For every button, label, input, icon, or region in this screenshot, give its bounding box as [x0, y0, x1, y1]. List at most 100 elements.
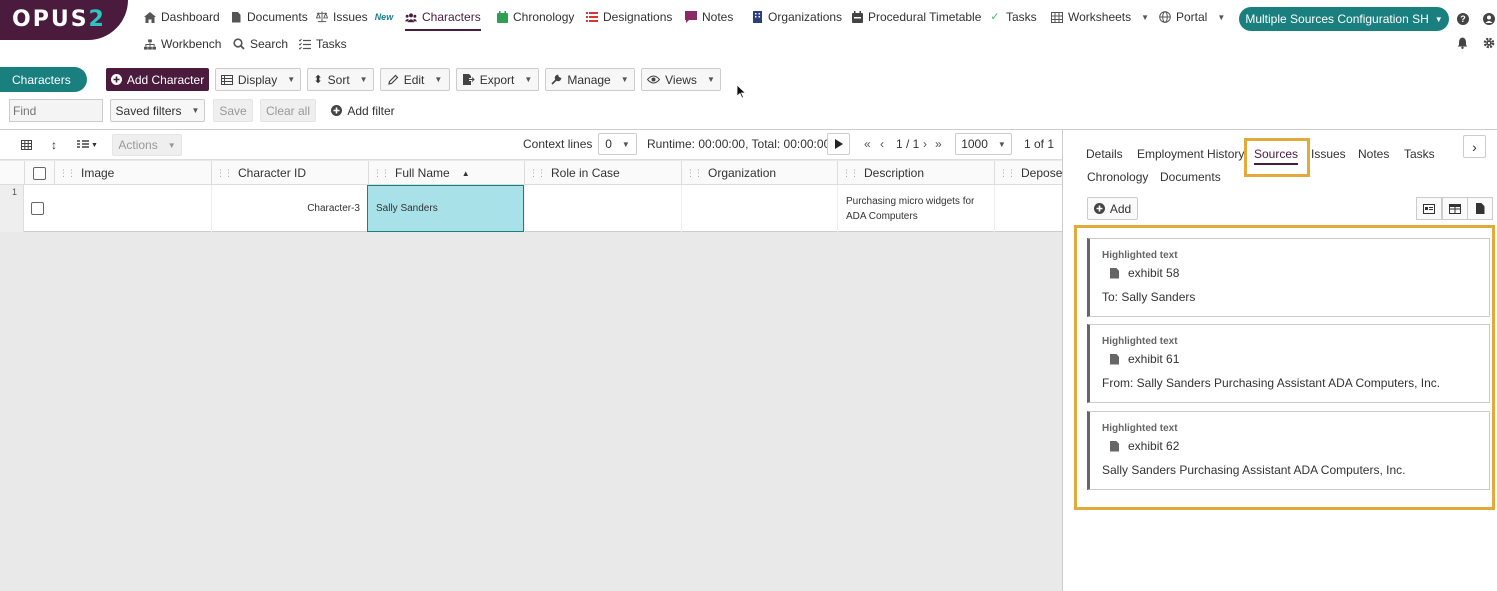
- column-label: Deposed: [1021, 166, 1070, 180]
- column-header-full-name[interactable]: ⋮⋮ Full Name ▲: [368, 161, 524, 185]
- column-header-deposed[interactable]: ⋮⋮ Deposed: [994, 161, 1069, 185]
- nav-designations[interactable]: Designations: [586, 8, 672, 26]
- document-view-icon[interactable]: [1467, 197, 1493, 220]
- find-input[interactable]: [9, 99, 103, 122]
- source-exhibit-link[interactable]: exhibit 62: [1110, 439, 1179, 453]
- context-lines-select[interactable]: 0 ▼: [598, 133, 637, 155]
- tab-documents[interactable]: Documents: [1160, 170, 1221, 184]
- column-header-character-id[interactable]: ⋮⋮ Character ID: [211, 161, 368, 185]
- column-header-description[interactable]: ⋮⋮ Description: [837, 161, 994, 185]
- drag-handle-icon[interactable]: ⋮⋮: [842, 168, 859, 179]
- source-exhibit-link[interactable]: exhibit 61: [1110, 352, 1179, 366]
- table-row[interactable]: 1 Character-3 Sally Sanders Purchasing m…: [0, 185, 1062, 232]
- nav-portal[interactable]: Portal ▼: [1159, 8, 1225, 26]
- column-header-image[interactable]: ⋮⋮ Image: [54, 161, 211, 185]
- export-dropdown[interactable]: Export ▼: [456, 68, 539, 91]
- nav-worksheets[interactable]: Worksheets ▼: [1051, 8, 1149, 26]
- tasklist-icon: [299, 38, 311, 50]
- nav-dashboard[interactable]: Dashboard: [144, 8, 220, 26]
- display-icon: [220, 74, 233, 85]
- add-character-button[interactable]: Add Character: [106, 68, 209, 91]
- page-size-value: 1000: [961, 137, 988, 151]
- drag-handle-icon[interactable]: ⋮⋮: [529, 168, 546, 179]
- clear-all-button[interactable]: Clear all: [260, 99, 316, 122]
- globe-icon: [1159, 11, 1171, 23]
- drag-handle-icon[interactable]: ⋮⋮: [373, 168, 390, 179]
- cell-full-name[interactable]: Sally Sanders: [367, 185, 524, 232]
- source-card[interactable]: Highlighted text exhibit 61 From: Sally …: [1087, 324, 1490, 403]
- chevron-down-icon: ▼: [1141, 12, 1150, 22]
- cell-character-id[interactable]: Character-3: [211, 185, 368, 232]
- nav-workbench[interactable]: Workbench: [144, 35, 221, 53]
- saved-filters-dropdown[interactable]: Saved filters ▼: [110, 99, 205, 122]
- document-icon: [1110, 353, 1119, 365]
- tab-notes[interactable]: Notes: [1358, 147, 1389, 161]
- saved-filters-label: Saved filters: [115, 103, 182, 118]
- last-page-icon[interactable]: »: [935, 137, 942, 151]
- drag-handle-icon[interactable]: ⋮⋮: [999, 168, 1016, 179]
- drag-handle-icon[interactable]: ⋮⋮: [686, 168, 703, 179]
- column-label: Role in Case: [551, 166, 620, 180]
- nav-tasks[interactable]: ✓ Tasks: [989, 8, 1037, 26]
- manage-dropdown[interactable]: Manage ▼: [545, 68, 635, 91]
- column-chooser-icon[interactable]: ▼: [77, 140, 98, 150]
- nav-tasks-secondary[interactable]: Tasks: [299, 35, 347, 53]
- tab-tasks[interactable]: Tasks: [1404, 147, 1435, 161]
- column-label: Description: [864, 166, 925, 180]
- next-tabs-button[interactable]: ›: [1463, 135, 1486, 158]
- column-header-role-in-case[interactable]: ⋮⋮ Role in Case: [524, 161, 681, 185]
- prev-page-icon[interactable]: ‹: [880, 137, 884, 151]
- nav-chronology[interactable]: Chronology: [496, 8, 574, 26]
- table-view-icon[interactable]: [1442, 197, 1468, 220]
- drag-handle-icon[interactable]: ⋮⋮: [216, 168, 233, 179]
- column-label: Organization: [708, 166, 777, 180]
- run-button[interactable]: [827, 133, 850, 155]
- edit-dropdown[interactable]: Edit ▼: [380, 68, 450, 91]
- table-icon: [1051, 11, 1063, 23]
- source-card[interactable]: Highlighted text exhibit 62 Sally Sander…: [1087, 411, 1490, 490]
- nav-notes[interactable]: Notes: [685, 8, 733, 26]
- cell-deposed[interactable]: [994, 185, 1062, 232]
- nav-characters[interactable]: Characters: [405, 8, 481, 31]
- nav-documents[interactable]: Documents: [230, 8, 308, 26]
- source-text: From: Sally Sanders Purchasing Assistant…: [1102, 376, 1441, 390]
- page-size-select[interactable]: 1000 ▼: [955, 133, 1012, 155]
- tab-chronology[interactable]: Chronology: [1087, 170, 1148, 184]
- add-filter-button[interactable]: Add filter: [328, 99, 398, 122]
- grid-layout-icon[interactable]: [21, 140, 32, 150]
- source-exhibit-link[interactable]: exhibit 58: [1110, 266, 1179, 280]
- add-source-button[interactable]: Add: [1087, 197, 1138, 220]
- select-all-checkbox[interactable]: [33, 166, 46, 180]
- tab-employment-history[interactable]: Employment History: [1137, 147, 1244, 161]
- nav-label: Tasks: [1006, 10, 1037, 24]
- nav-procedural-timetable[interactable]: Procedural Timetable: [851, 8, 981, 26]
- source-card[interactable]: Highlighted text exhibit 58 To: Sally Sa…: [1087, 238, 1490, 317]
- sort-dropdown[interactable]: ⬍ Sort ▼: [307, 68, 374, 91]
- nav-issues[interactable]: Issues New: [316, 8, 393, 26]
- cell-role-in-case[interactable]: [524, 185, 681, 232]
- drag-handle-icon[interactable]: ⋮⋮: [59, 168, 76, 179]
- row-checkbox[interactable]: [31, 202, 44, 215]
- next-page-icon[interactable]: ›: [923, 137, 927, 151]
- first-page-icon[interactable]: «: [864, 137, 871, 151]
- column-header-organization[interactable]: ⋮⋮ Organization: [681, 161, 837, 185]
- tab-issues[interactable]: Issues: [1311, 147, 1346, 161]
- actions-dropdown[interactable]: Actions ▼: [112, 134, 182, 156]
- views-dropdown[interactable]: Views ▼: [641, 68, 721, 91]
- opus2-logo[interactable]: OPUS2: [0, 0, 128, 40]
- clear-all-label: Clear all: [265, 103, 310, 118]
- cell-organization[interactable]: [681, 185, 837, 232]
- nav-organizations[interactable]: Organizations: [751, 8, 842, 26]
- bell-icon[interactable]: [1457, 37, 1469, 49]
- card-view-icon[interactable]: [1416, 197, 1442, 220]
- help-icon[interactable]: ?: [1457, 13, 1469, 25]
- row-height-icon[interactable]: ↕: [51, 138, 57, 152]
- gear-icon[interactable]: [1483, 37, 1495, 49]
- cell-description[interactable]: Purchasing micro widgets for ADA Compute…: [837, 185, 994, 232]
- project-config-dropdown[interactable]: Multiple Sources Configuration SH ▼: [1239, 7, 1449, 31]
- display-dropdown[interactable]: Display ▼: [215, 68, 301, 91]
- nav-search[interactable]: Search: [233, 35, 288, 53]
- user-icon[interactable]: [1483, 13, 1495, 25]
- save-filter-button[interactable]: Save: [213, 99, 253, 122]
- tab-details[interactable]: Details: [1086, 147, 1123, 161]
